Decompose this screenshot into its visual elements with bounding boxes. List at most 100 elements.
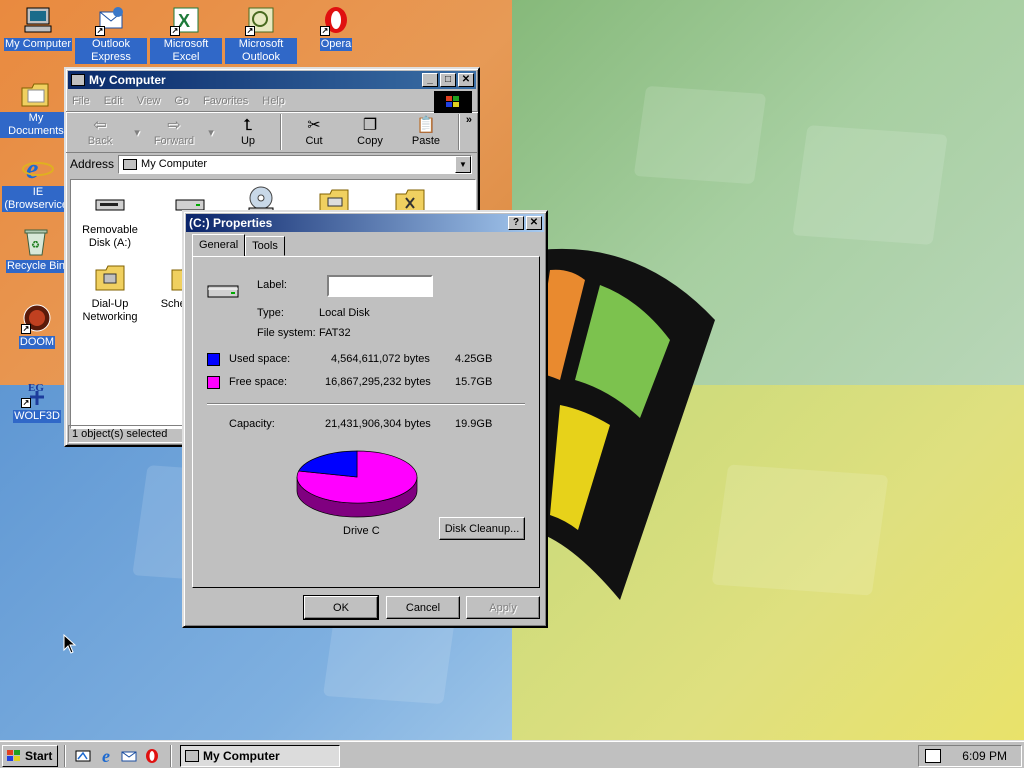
type-value: Local Disk bbox=[319, 307, 370, 319]
my-computer-titlebar[interactable]: My Computer _ □ ✕ bbox=[68, 71, 476, 89]
up-folder-icon: ⮤ bbox=[243, 117, 253, 134]
opera-icon[interactable] bbox=[143, 747, 161, 765]
free-space-short: 15.7GB bbox=[455, 376, 493, 388]
desktop-icon-label: Recycle Bin bbox=[5, 260, 67, 273]
window-title: My Computer bbox=[89, 73, 166, 87]
desktop-icon-doom[interactable]: ↗ DOOM bbox=[1, 302, 73, 349]
my-computer-icon bbox=[22, 4, 54, 36]
properties-titlebar[interactable]: (C:) Properties ? ✕ bbox=[186, 214, 544, 232]
cut-button[interactable]: ✂ Cut bbox=[286, 117, 342, 147]
toolbar-more-chevron[interactable]: » bbox=[466, 114, 472, 126]
menu-view[interactable]: View bbox=[137, 95, 161, 107]
capacity-caption: Capacity: bbox=[229, 418, 275, 430]
tab-tools[interactable]: Tools bbox=[245, 236, 285, 256]
taskbar-button-my-computer[interactable]: My Computer bbox=[180, 745, 340, 767]
address-dropdown-button[interactable]: ▼ bbox=[455, 155, 471, 173]
free-space-swatch bbox=[207, 376, 220, 389]
apply-button[interactable]: Apply bbox=[466, 596, 540, 619]
properties-dialog[interactable]: (C:) Properties ? ✕ General Tools Label:… bbox=[182, 210, 548, 628]
excel-icon: X ↗ bbox=[170, 4, 202, 36]
used-space-swatch bbox=[207, 353, 220, 366]
desktop-icon-outlook[interactable]: ↗ Microsoft Outlook bbox=[225, 4, 297, 64]
menu-edit[interactable]: Edit bbox=[104, 95, 123, 107]
outlook-express-icon: ↗ bbox=[95, 4, 127, 36]
capacity-bytes: 21,431,906,304 bytes bbox=[325, 418, 431, 430]
start-label: Start bbox=[25, 749, 53, 763]
minimize-button[interactable]: _ bbox=[422, 73, 438, 87]
type-caption: Type: bbox=[257, 307, 284, 319]
disk-cleanup-button[interactable]: Disk Cleanup... bbox=[439, 517, 525, 540]
desktop-icon-excel[interactable]: X ↗ Microsoft Excel bbox=[150, 4, 222, 64]
hard-drive-icon bbox=[207, 283, 239, 304]
up-button[interactable]: ⮤ Up bbox=[220, 117, 276, 147]
desktop-icon-label: Opera bbox=[319, 38, 353, 51]
cut-label: Cut bbox=[305, 135, 323, 147]
taskbar-separator bbox=[64, 745, 66, 767]
svg-text:e: e bbox=[26, 154, 38, 184]
up-label: Up bbox=[240, 135, 256, 147]
menu-file[interactable]: File bbox=[72, 95, 90, 107]
svg-text:♻: ♻ bbox=[31, 240, 40, 251]
internet-explorer-icon: e bbox=[22, 152, 54, 184]
tray-scheduler-icon[interactable] bbox=[925, 749, 941, 763]
my-computer-icon bbox=[71, 74, 85, 86]
forward-button[interactable]: ⇨ Forward bbox=[146, 117, 202, 147]
cancel-button[interactable]: Cancel bbox=[386, 596, 460, 619]
dial-up-folder-icon bbox=[94, 262, 126, 294]
removable-disk-item[interactable]: Removable Disk (A:) bbox=[75, 188, 145, 250]
paste-icon: 📋 bbox=[416, 117, 436, 134]
folder-icon bbox=[20, 78, 52, 110]
start-button[interactable]: Start bbox=[2, 745, 58, 767]
copy-icon: ❐ bbox=[362, 117, 378, 134]
recycle-bin-icon: ♻ bbox=[20, 226, 52, 258]
internet-explorer-icon[interactable]: e bbox=[97, 746, 115, 766]
desktop: My Computer ↗ Outlook Express X ↗ Micros… bbox=[0, 0, 1024, 740]
back-dropdown[interactable]: ▾ bbox=[128, 126, 146, 139]
windows-logo-icon bbox=[7, 750, 20, 761]
forward-dropdown[interactable]: ▾ bbox=[202, 126, 220, 139]
doom-icon: ↗ bbox=[21, 302, 53, 334]
close-button[interactable]: ✕ bbox=[526, 216, 542, 230]
paste-button[interactable]: 📋 Paste bbox=[398, 117, 454, 147]
label-caption: Label: bbox=[257, 279, 287, 291]
help-button[interactable]: ? bbox=[508, 216, 524, 230]
mouse-cursor-icon bbox=[63, 634, 77, 654]
label-input[interactable] bbox=[327, 275, 433, 297]
ok-button[interactable]: OK bbox=[303, 595, 379, 620]
desktop-icon-label: DOOM bbox=[18, 336, 56, 349]
wallpaper-shade bbox=[711, 464, 889, 596]
menu-go[interactable]: Go bbox=[174, 95, 189, 107]
outlook-express-icon[interactable] bbox=[120, 747, 138, 765]
address-field[interactable]: My Computer ▼ bbox=[118, 154, 472, 174]
show-desktop-icon[interactable] bbox=[74, 747, 92, 765]
desktop-icon-my-computer[interactable]: My Computer bbox=[2, 4, 74, 51]
wallpaper-shade bbox=[633, 85, 767, 185]
divider bbox=[207, 403, 525, 405]
used-space-bytes: 4,564,611,072 bytes bbox=[331, 353, 430, 365]
clock[interactable]: 6:09 PM bbox=[962, 749, 1007, 763]
menu-favorites[interactable]: Favorites bbox=[203, 95, 248, 107]
desktop-icon-opera[interactable]: ↗ Opera bbox=[300, 4, 372, 51]
dial-up-networking-item[interactable]: Dial-Up Networking bbox=[75, 262, 145, 324]
maximize-button[interactable]: □ bbox=[440, 73, 456, 87]
menu-help[interactable]: Help bbox=[262, 95, 285, 107]
dialog-title: (C:) Properties bbox=[189, 216, 273, 230]
used-space-short: 4.25GB bbox=[455, 353, 493, 365]
tab-general[interactable]: General bbox=[192, 234, 246, 256]
item-label: Removable Disk (A:) bbox=[82, 224, 138, 249]
back-button[interactable]: ⇦ Back bbox=[72, 117, 128, 147]
back-label: Back bbox=[87, 135, 113, 147]
close-button[interactable]: ✕ bbox=[458, 73, 474, 87]
desktop-icon-wolf3d[interactable]: EG ↗ WOLF3D bbox=[1, 376, 73, 423]
item-label: Dial-Up Networking bbox=[82, 298, 138, 323]
desktop-icon-recycle-bin[interactable]: ♻ Recycle Bin bbox=[0, 226, 72, 273]
address-bar: Address My Computer ▼ bbox=[66, 153, 478, 175]
file-system-value: FAT32 bbox=[319, 327, 351, 339]
desktop-icon-outlook-express[interactable]: ↗ Outlook Express bbox=[75, 4, 147, 64]
copy-button[interactable]: ❐ Copy bbox=[342, 117, 398, 147]
desktop-icon-my-documents[interactable]: My Documents bbox=[0, 78, 72, 138]
copy-label: Copy bbox=[357, 135, 383, 147]
windows-logo-wallpaper bbox=[530, 248, 715, 600]
system-tray: 6:09 PM bbox=[918, 745, 1022, 767]
floppy-drive-icon bbox=[94, 188, 126, 220]
